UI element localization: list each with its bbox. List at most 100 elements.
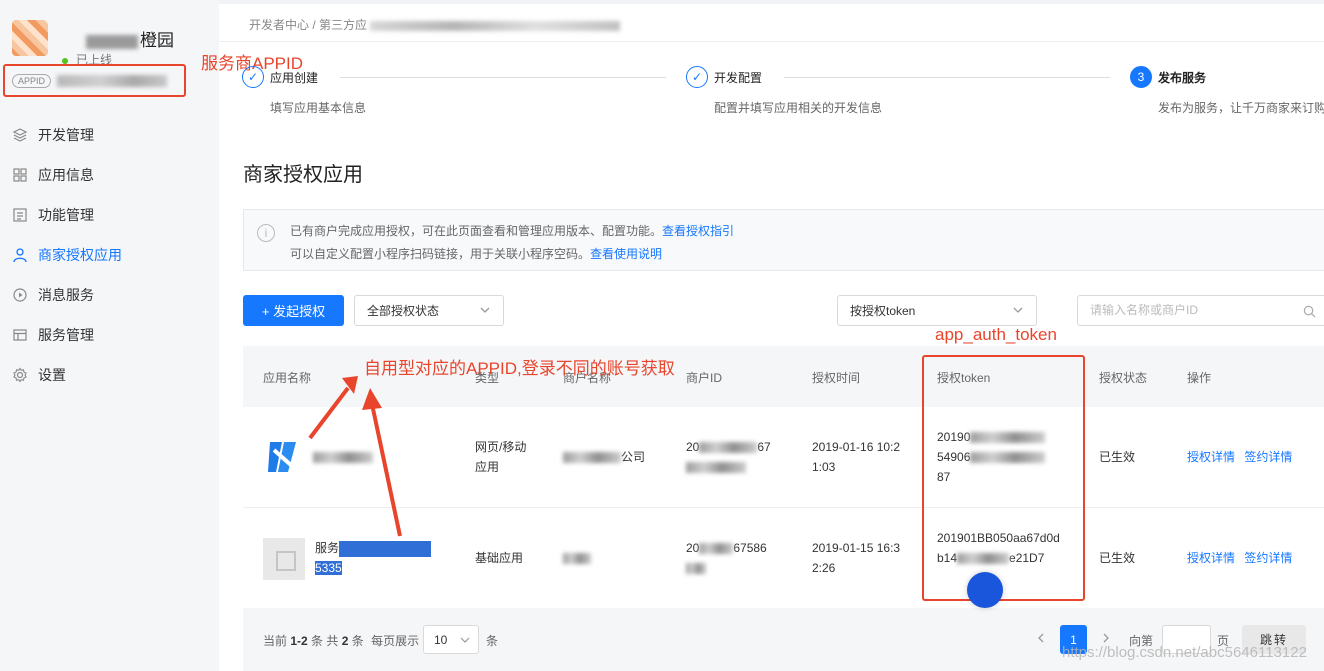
breadcrumb-root[interactable]: 开发者中心 bbox=[249, 18, 309, 32]
step-title: 开发配置 bbox=[714, 71, 763, 85]
total-text: 条 共 bbox=[311, 634, 339, 648]
layers-icon bbox=[12, 128, 28, 142]
sidebar-item-settings[interactable]: 设置 bbox=[0, 355, 219, 395]
annotation-arrows-icon bbox=[308, 376, 402, 537]
grid-icon bbox=[13, 168, 27, 182]
user-icon bbox=[13, 248, 27, 263]
notice-line2: 可以自定义配置小程序扫码链接，用于关联小程序空码。查看使用说明 bbox=[290, 245, 662, 262]
initiate-auth-button[interactable]: + 发起授权 bbox=[243, 295, 344, 326]
sidebar-item-dev-management[interactable]: 开发管理 bbox=[0, 115, 219, 155]
sidebar-item-label: 设置 bbox=[38, 367, 66, 383]
status-cell: 已生效 bbox=[1099, 450, 1136, 464]
redacted-text bbox=[699, 543, 734, 555]
chevron-down-icon bbox=[480, 307, 490, 313]
search-icon[interactable] bbox=[1303, 305, 1316, 318]
sidebar-item-merchant-auth-apps[interactable]: 商家授权应用 bbox=[0, 235, 219, 275]
sidebar: 橙园 已上线 APPID 开发管理 应用信息 功能管理 商家授权应用 消息服务 bbox=[0, 0, 219, 671]
step-title: 发布服务 bbox=[1158, 71, 1207, 85]
contract-detail-link[interactable]: 签约详情 bbox=[1244, 450, 1292, 464]
step-check-icon: ✓ bbox=[242, 66, 264, 88]
sidebar-item-message-service[interactable]: 消息服务 bbox=[0, 275, 219, 315]
online-dot-icon bbox=[62, 57, 68, 64]
sidebar-item-label: 开发管理 bbox=[38, 127, 94, 143]
type-cell: 网页/移动 应用 bbox=[475, 437, 526, 477]
select-value: 全部授权状态 bbox=[367, 304, 440, 318]
chevron-down-icon bbox=[460, 637, 470, 643]
merchant-name-cell: 公司 bbox=[563, 447, 645, 467]
column-header: 商户ID bbox=[686, 371, 723, 385]
contract-detail-link[interactable]: 签约详情 bbox=[1244, 551, 1292, 565]
redacted-text bbox=[699, 442, 758, 454]
app-name: 橙园 bbox=[86, 26, 174, 51]
step-desc: 填写应用基本信息 bbox=[270, 101, 367, 115]
search-box bbox=[1077, 295, 1324, 326]
page-size-value: 10 bbox=[434, 632, 448, 647]
auth-status-select[interactable]: 全部授权状态 bbox=[354, 295, 504, 326]
redacted-text bbox=[86, 34, 138, 49]
step-title: 应用创建 bbox=[270, 71, 319, 85]
merchant-id-text: 20 bbox=[686, 541, 700, 555]
page-size-select[interactable]: 10 bbox=[423, 625, 479, 654]
per-page-label: 每页展示 bbox=[371, 634, 420, 648]
table-footer: 当前 1-2 条 共 2 条 每页展示 10 条 1 向第 页 跳转 bbox=[243, 608, 1324, 671]
step-number: 3 bbox=[1130, 66, 1152, 88]
sidebar-item-label: 商家授权应用 bbox=[38, 247, 122, 263]
merchant-id-cell: 20 67 bbox=[686, 437, 771, 477]
merchant-name-cell bbox=[563, 548, 591, 568]
redacted-text bbox=[686, 462, 746, 474]
auth-time-text: 2019-01-15 16:3 bbox=[812, 541, 901, 555]
app-name-text: 5335 bbox=[315, 561, 342, 575]
type-cell: 基础应用 bbox=[475, 551, 524, 565]
divider bbox=[219, 41, 1324, 42]
search-type-select[interactable]: 按授权token bbox=[837, 295, 1037, 326]
column-header: 操作 bbox=[1187, 371, 1212, 385]
app-name-text: 橙园 bbox=[140, 31, 174, 50]
auth-time-text: 1:03 bbox=[812, 460, 836, 474]
select-value: 按授权token bbox=[850, 304, 916, 318]
merchant-id-text: 67 bbox=[757, 440, 771, 454]
type-text: 应用 bbox=[475, 460, 500, 474]
sidebar-item-label: 功能管理 bbox=[38, 207, 94, 223]
type-text: 网页/移动 bbox=[475, 440, 527, 454]
auth-guide-link[interactable]: 查看授权指引 bbox=[662, 224, 734, 238]
sidebar-menu: 开发管理 应用信息 功能管理 商家授权应用 消息服务 服务管理 设置 bbox=[0, 115, 219, 395]
redacted-text bbox=[563, 452, 621, 464]
chevron-left-icon[interactable] bbox=[1035, 632, 1047, 644]
play-circle-icon bbox=[13, 288, 27, 302]
total-value: 2 bbox=[341, 634, 349, 648]
table-icon bbox=[13, 329, 27, 341]
chevron-right-icon[interactable] bbox=[1100, 632, 1112, 644]
sidebar-item-app-info[interactable]: 应用信息 bbox=[0, 155, 219, 195]
merchant-id-cell: 20 67586 bbox=[686, 538, 767, 578]
merchant-id-text: 67586 bbox=[733, 541, 767, 555]
auth-time-cell: 2019-01-15 16:3 2:26 bbox=[812, 538, 900, 578]
page-title: 商家授权应用 bbox=[243, 164, 363, 186]
auth-detail-link[interactable]: 授权详情 bbox=[1187, 551, 1235, 565]
auth-time-text: 2019-01-16 10:2 bbox=[812, 440, 901, 454]
sidebar-item-label: 消息服务 bbox=[38, 287, 94, 303]
breadcrumb-second[interactable]: 第三方应 bbox=[319, 18, 367, 32]
auth-detail-link[interactable]: 授权详情 bbox=[1187, 450, 1235, 464]
watermark: https://blog.csdn.net/abc5646113122 bbox=[1062, 644, 1307, 661]
breadcrumb: 开发者中心 / 第三方应 bbox=[249, 16, 621, 33]
total-count: 当前 1-2 条 共 2 条 每页展示 bbox=[263, 632, 419, 649]
status-cell: 已生效 bbox=[1099, 551, 1136, 565]
search-input[interactable] bbox=[1090, 303, 1290, 317]
chevron-down-icon bbox=[1013, 307, 1023, 313]
total-text: 当前 bbox=[263, 634, 288, 648]
usage-guide-link[interactable]: 查看使用说明 bbox=[590, 247, 662, 261]
annotation-box-appid bbox=[3, 64, 186, 97]
redacted-text bbox=[686, 563, 706, 575]
total-text: 条 bbox=[351, 634, 364, 648]
info-icon: i bbox=[257, 224, 275, 242]
column-header: 授权时间 bbox=[812, 371, 861, 385]
sidebar-item-feature-management[interactable]: 功能管理 bbox=[0, 195, 219, 235]
info-notice: i 已有商户完成应用授权，可在此页面查看和管理应用版本、配置功能。查看授权指引 … bbox=[243, 209, 1324, 271]
redacted-text bbox=[563, 553, 591, 565]
step-connector bbox=[784, 77, 1110, 78]
assistant-bot-icon[interactable] bbox=[967, 572, 1003, 608]
redacted-text bbox=[370, 20, 621, 31]
sidebar-item-service-management[interactable]: 服务管理 bbox=[0, 315, 219, 355]
app-placeholder-icon bbox=[263, 538, 305, 580]
column-header: 授权状态 bbox=[1099, 371, 1148, 385]
